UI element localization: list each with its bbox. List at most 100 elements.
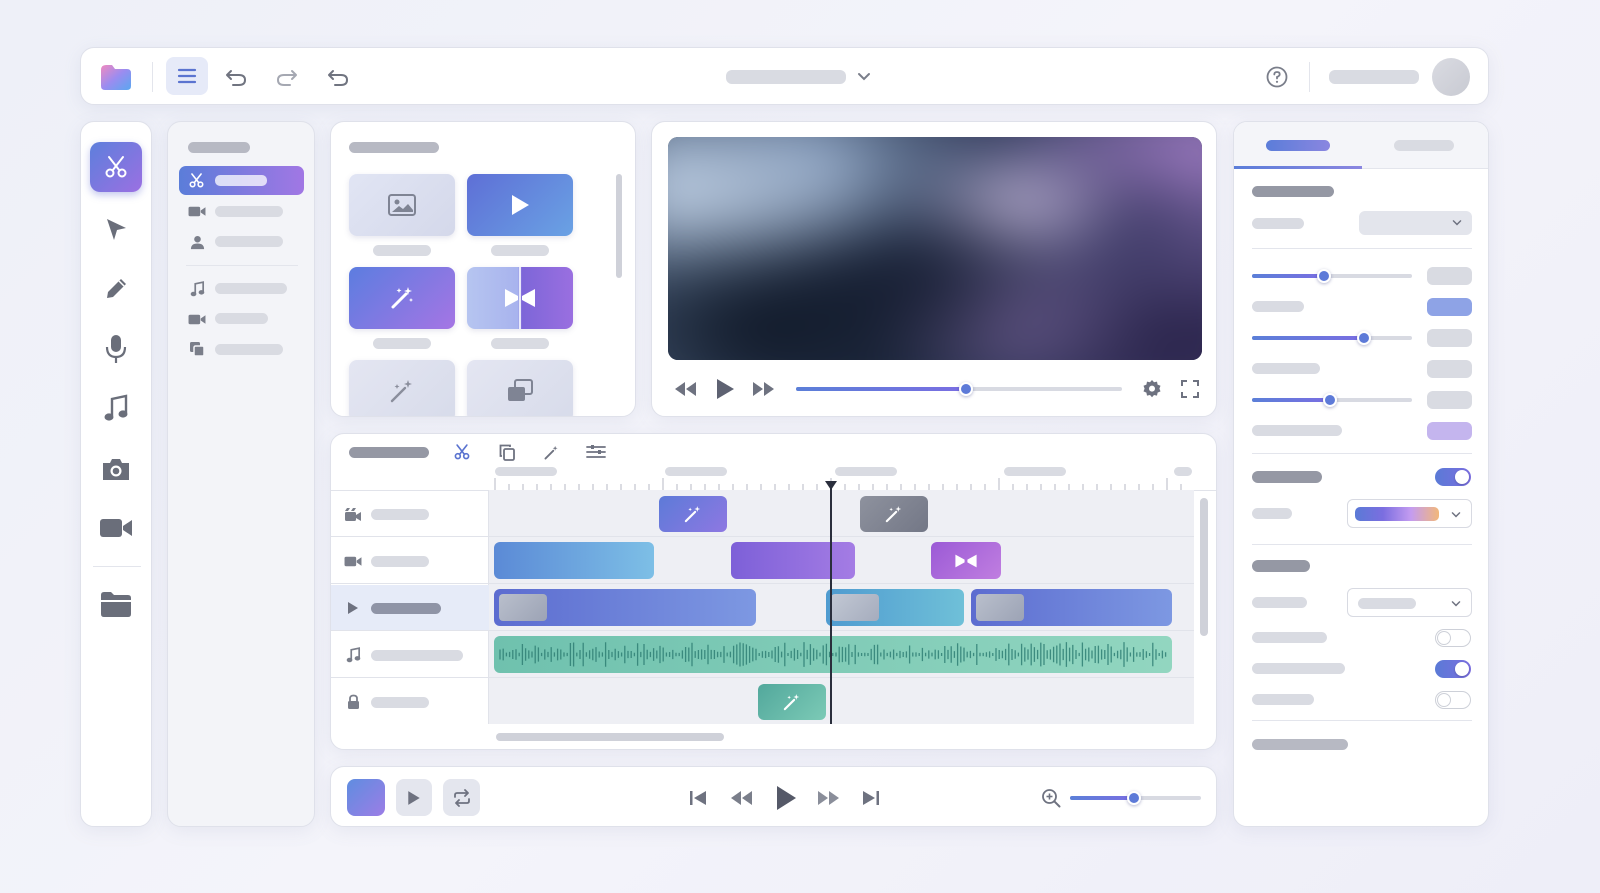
track-row[interactable] (331, 491, 1194, 537)
effect-clip[interactable] (659, 496, 727, 532)
property-value[interactable] (1427, 298, 1472, 316)
media-thumb-transition[interactable] (467, 267, 573, 329)
back-icon[interactable] (324, 63, 352, 91)
media-scrollbar[interactable] (616, 174, 622, 278)
cursor-icon[interactable] (100, 214, 132, 246)
nav-item-active[interactable] (179, 166, 304, 195)
user-name (1329, 70, 1419, 84)
effect-clip[interactable] (758, 684, 826, 720)
redo-icon[interactable] (273, 63, 301, 91)
avatar[interactable] (1432, 58, 1470, 96)
menu-icon[interactable] (166, 57, 208, 95)
undo-icon[interactable] (222, 63, 250, 91)
skip-forward-icon[interactable] (858, 786, 884, 810)
transport-bar (330, 766, 1217, 827)
rewind-icon[interactable] (726, 786, 756, 810)
media-thumb-label (373, 338, 431, 349)
nav-item-label[interactable] (215, 283, 287, 294)
clip-color-swatch[interactable] (347, 779, 385, 816)
toggle-switch[interactable] (1435, 691, 1471, 709)
nav-item-label[interactable] (215, 313, 268, 324)
timeline-hscrollbar[interactable] (496, 733, 724, 741)
property-value[interactable] (1427, 267, 1472, 285)
media-thumb-image[interactable] (349, 174, 455, 236)
ruler-label (1004, 467, 1066, 476)
property-slider[interactable] (1252, 393, 1412, 407)
toggle-switch[interactable] (1435, 629, 1471, 647)
play-icon[interactable] (771, 782, 801, 814)
property-slider[interactable] (1252, 331, 1412, 345)
property-value[interactable] (1427, 422, 1472, 440)
video-camera-icon[interactable] (187, 311, 207, 327)
effect-clip[interactable] (860, 496, 928, 532)
fast-forward-icon[interactable] (814, 786, 844, 810)
video-clip[interactable] (971, 589, 1172, 626)
preset-dropdown[interactable] (1359, 211, 1472, 235)
zoom-in-icon[interactable] (1039, 786, 1063, 810)
video-clip[interactable] (494, 589, 756, 626)
tab-properties[interactable] (1234, 122, 1362, 169)
tab-label (1394, 140, 1454, 151)
scissors-icon[interactable] (90, 142, 142, 192)
color-gradient-dropdown[interactable] (1347, 499, 1472, 528)
project-title[interactable] (726, 70, 846, 84)
media-thumb-video[interactable] (467, 174, 573, 236)
top-toolbar (80, 47, 1489, 105)
fullscreen-icon[interactable] (1179, 378, 1201, 400)
help-icon[interactable] (1265, 65, 1289, 89)
media-thumb-sparkle[interactable] (349, 360, 455, 416)
folder-icon[interactable] (98, 588, 134, 620)
video-camera-icon[interactable] (187, 203, 207, 219)
video-clip[interactable] (826, 589, 964, 626)
field-label (1252, 739, 1348, 750)
video-camera-icon[interactable] (98, 513, 134, 543)
scissors-icon[interactable] (452, 442, 472, 462)
nav-item-label[interactable] (215, 206, 283, 217)
video-clip[interactable] (494, 542, 654, 579)
video-preview[interactable] (668, 137, 1202, 360)
camera-icon[interactable] (98, 453, 134, 485)
music-note-icon[interactable] (100, 392, 132, 426)
pencil-icon[interactable] (100, 273, 132, 305)
skip-back-icon[interactable] (685, 786, 711, 810)
playhead[interactable] (824, 480, 838, 724)
microphone-icon[interactable] (100, 332, 132, 366)
tab-effects[interactable] (1362, 122, 1488, 169)
copy-icon[interactable] (187, 340, 207, 358)
music-note-icon[interactable] (187, 280, 207, 298)
adjust-icon[interactable] (585, 442, 607, 462)
copy-icon[interactable] (497, 442, 517, 462)
section-title (1252, 560, 1310, 572)
chevron-down-icon[interactable] (855, 68, 873, 86)
preview-panel (651, 121, 1217, 417)
fast-forward-icon[interactable] (751, 378, 777, 400)
nav-item-label[interactable] (215, 344, 283, 355)
loop-icon[interactable] (443, 779, 480, 816)
settings-icon[interactable] (1141, 378, 1163, 400)
nav-item-label[interactable] (215, 236, 283, 247)
person-icon[interactable] (188, 233, 206, 251)
play-icon[interactable] (396, 779, 432, 816)
play-icon[interactable] (712, 376, 738, 402)
property-value[interactable] (1427, 391, 1472, 409)
property-slider[interactable] (1252, 269, 1412, 283)
field-label (1252, 694, 1314, 705)
zoom-slider[interactable] (1070, 791, 1201, 805)
property-value[interactable] (1427, 360, 1472, 378)
option-dropdown[interactable] (1347, 588, 1472, 617)
timeline-ruler[interactable] (489, 464, 1194, 490)
toggle-switch[interactable] (1435, 660, 1471, 678)
media-panel (330, 121, 636, 417)
app-logo[interactable] (99, 62, 133, 92)
property-value[interactable] (1427, 329, 1472, 347)
toggle-switch[interactable] (1435, 468, 1471, 486)
media-thumb-layers[interactable] (467, 360, 573, 416)
transition-clip[interactable] (931, 542, 1001, 579)
music-note-icon (343, 645, 363, 665)
magic-wand-icon[interactable] (541, 442, 561, 462)
timeline-vscrollbar[interactable] (1200, 498, 1208, 636)
rewind-icon[interactable] (672, 378, 698, 400)
preview-progress-slider[interactable] (796, 382, 1122, 396)
timeline-title (349, 447, 429, 458)
media-thumb-effect[interactable] (349, 267, 455, 329)
